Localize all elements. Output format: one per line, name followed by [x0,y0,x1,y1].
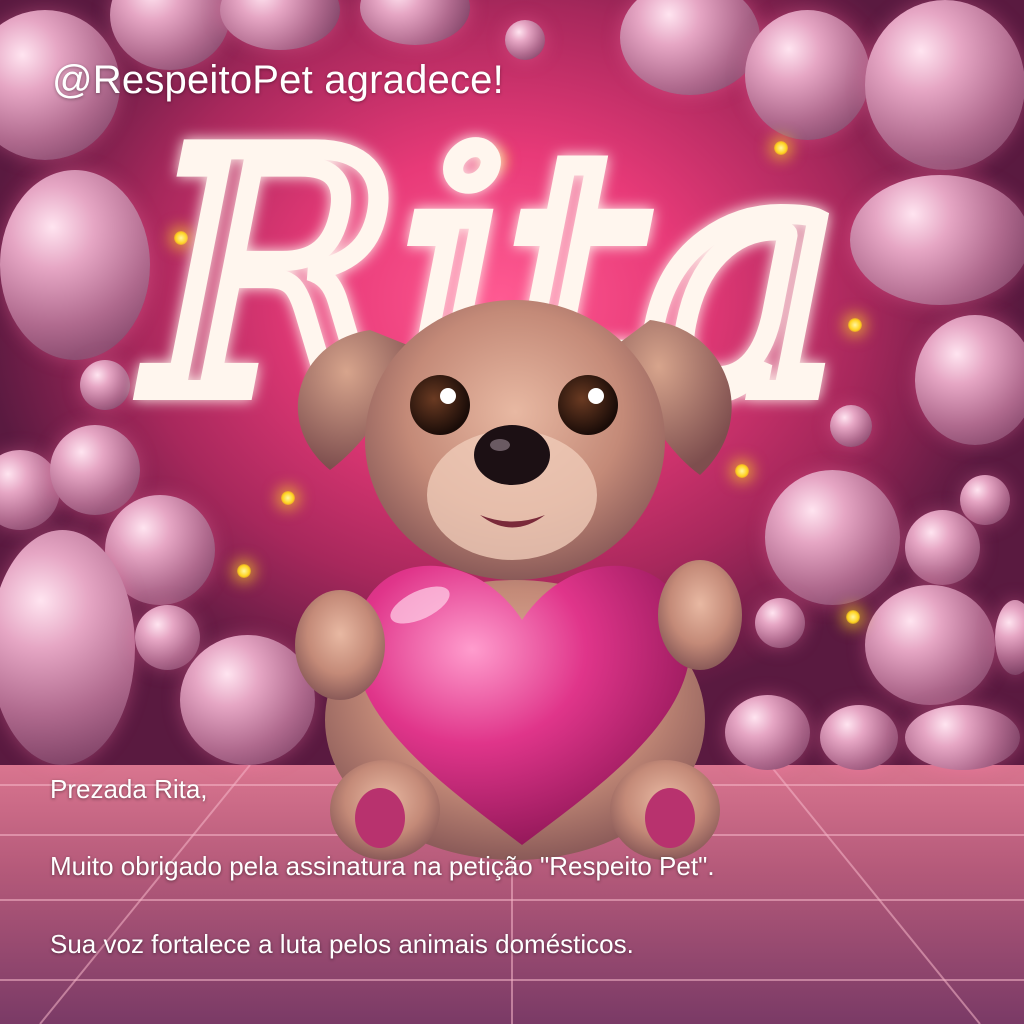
puppy-right-paw [658,560,742,670]
puppy-right-eye [558,375,618,435]
puppy-left-paw [295,590,385,700]
eye-highlight [440,388,456,404]
nose-highlight [490,439,510,451]
eye-highlight [588,388,604,404]
voice-text: Sua voz fortalece a luta pelos animais d… [50,929,634,959]
thank-you-card: Rita @RespeitoPet agradece! Prezada Rita… [0,0,1024,1024]
thanks-text: Muito obrigado pela assinatura na petiçã… [50,851,715,881]
puppy-left-eye [410,375,470,435]
puppy-left-paw-pad [355,788,405,848]
puppy-nose [474,425,550,485]
puppy-right-paw-pad [645,788,695,848]
header-title: @RespeitoPet agradece! [52,58,504,102]
greeting-text: Prezada Rita, [50,774,208,804]
